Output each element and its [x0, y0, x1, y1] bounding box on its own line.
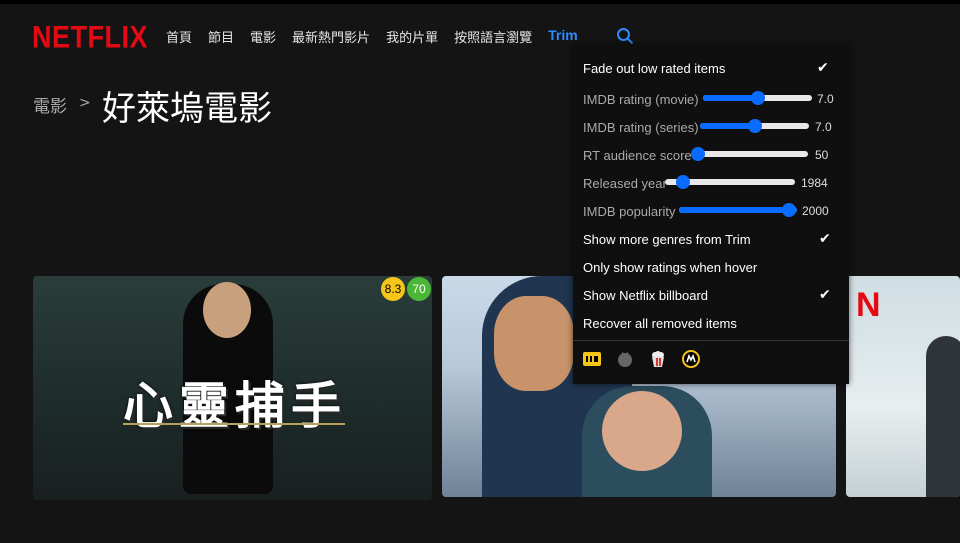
check-icon[interactable]: ✔: [819, 287, 831, 303]
slider-imdb-movie[interactable]: [703, 91, 812, 105]
netflix-n-logo: N: [856, 286, 881, 324]
slider-knob[interactable]: [747, 119, 762, 133]
card-title: 心靈捕手: [123, 377, 347, 435]
fade-low-rated-label[interactable]: Fade out low rated items: [583, 61, 725, 76]
metacritic-icon[interactable]: [682, 350, 700, 368]
nav-my-list[interactable]: 我的片單: [386, 27, 438, 46]
slider-label-rt-audience: RT audience score: [583, 148, 692, 163]
card-artwork-face: [203, 282, 251, 338]
slider-label-imdb-series: IMDB rating (series): [583, 120, 699, 135]
title-underline: [123, 423, 345, 425]
card-artwork-face: [494, 296, 574, 391]
popcorn-icon[interactable]: [649, 350, 667, 368]
option-more-genres[interactable]: Show more genres from Trim: [583, 232, 751, 247]
breadcrumb-parent[interactable]: 電影: [33, 92, 67, 117]
nav-browse-by-language[interactable]: 按照語言瀏覽: [454, 27, 532, 46]
nav-new-popular[interactable]: 最新熱門影片: [292, 27, 370, 46]
rt-score-badge: 70: [407, 277, 431, 301]
search-icon[interactable]: [616, 27, 634, 45]
page-title: 好萊塢電影: [102, 89, 272, 129]
breadcrumb-separator: >: [79, 95, 91, 111]
nav-movies[interactable]: 電影: [250, 27, 276, 46]
slider-knob[interactable]: [782, 203, 796, 217]
slider-value-imdb-popularity: 2000: [802, 204, 829, 218]
option-netflix-billboard[interactable]: Show Netflix billboard: [583, 288, 708, 303]
slider-imdb-series[interactable]: [700, 119, 809, 133]
slider-knob[interactable]: [691, 147, 705, 161]
netflix-logo[interactable]: NETFLIX: [32, 20, 148, 56]
top-edge: [0, 0, 960, 4]
imdb-icon[interactable]: [583, 350, 601, 368]
slider-value-rt-audience: 50: [815, 148, 829, 162]
slider-knob[interactable]: [676, 175, 690, 189]
slider-released-year[interactable]: [665, 175, 795, 189]
slider-fill: [679, 207, 797, 213]
slider-label-imdb-popularity: IMDB popularity: [583, 204, 676, 219]
slider-label-imdb-movie: IMDB rating (movie): [583, 92, 699, 107]
option-ratings-on-hover[interactable]: Only show ratings when hover: [583, 260, 757, 275]
nav-shows[interactable]: 節目: [208, 27, 234, 46]
slider-value-imdb-series: 7.0: [815, 120, 832, 134]
slider-knob[interactable]: [750, 91, 765, 105]
option-recover-removed[interactable]: Recover all removed items: [583, 316, 737, 331]
slider-fill: [703, 95, 758, 101]
slider-value-imdb-movie: 7.0: [817, 92, 834, 106]
slider-fill: [700, 123, 755, 129]
slider-rt-audience[interactable]: [691, 147, 808, 161]
card-artwork-face: [602, 391, 682, 471]
card-artwork: [926, 336, 960, 497]
tomato-icon[interactable]: [616, 350, 634, 368]
slider-imdb-popularity[interactable]: [679, 203, 797, 217]
slider-label-released-year: Released year: [583, 176, 667, 191]
title-card[interactable]: 心靈捕手: [33, 276, 432, 500]
main-nav: 首頁 節目 電影 最新熱門影片 我的片單 按照語言瀏覽 Trim: [166, 27, 578, 46]
check-icon[interactable]: ✔: [817, 60, 829, 76]
slider-value-released-year: 1984: [801, 176, 828, 190]
menu-divider: [573, 340, 849, 341]
trim-settings-menu: Fade out low rated items ✔ IMDB rating (…: [573, 44, 849, 384]
check-icon[interactable]: ✔: [819, 231, 831, 247]
nav-home[interactable]: 首頁: [166, 27, 192, 46]
imdb-rating-badge: 8.3: [381, 277, 405, 301]
